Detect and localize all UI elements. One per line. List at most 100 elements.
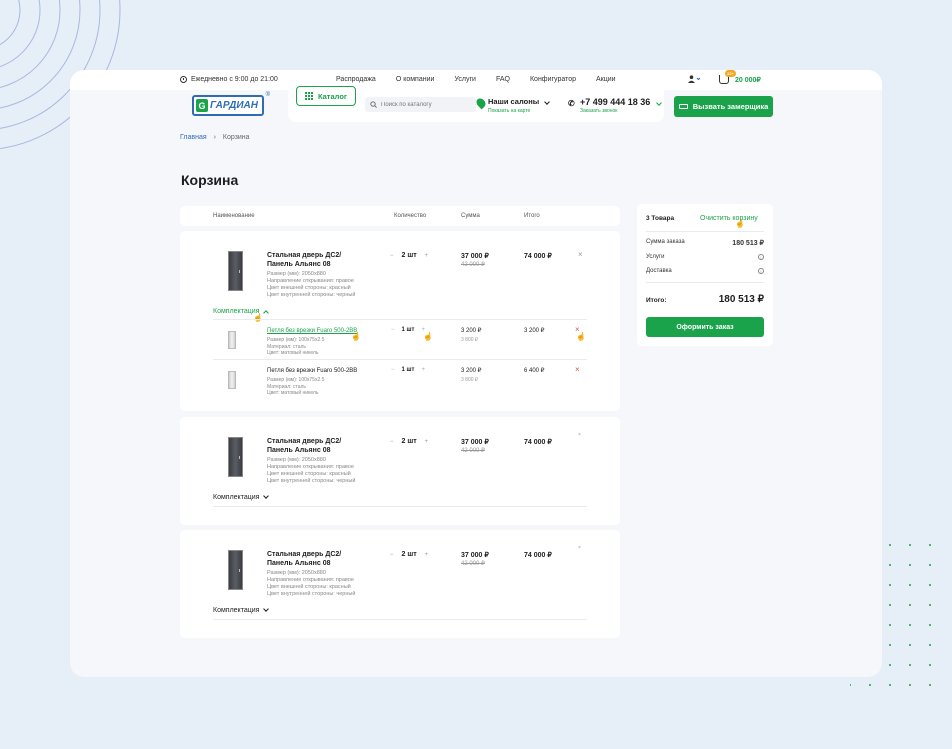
cart-badge: 12+: [725, 70, 736, 77]
breadcrumb: Главная › Корзина: [180, 134, 250, 141]
logo-text: ГАРДИАН: [210, 100, 258, 111]
salons-link[interactable]: Наши салоны Показать на карте: [474, 96, 551, 114]
working-hours: Ежедневно с 9:00 до 21:00: [180, 76, 278, 83]
price-old: 3 800 ₽: [461, 377, 479, 383]
quantity-value: 1 шт: [401, 367, 415, 373]
delivery-row: Доставка i: [646, 268, 764, 274]
spec-direction: Направление открывания: правое: [267, 464, 354, 470]
kompl-label: Комплектация: [213, 607, 260, 614]
spec-outer-color: Цвет внешней стороны: красный: [267, 471, 351, 477]
info-icon[interactable]: i: [758, 268, 764, 274]
cursor-icon: ☝: [735, 219, 745, 228]
product-title[interactable]: Стальная дверь ДС2/ Панель Альянс 08: [267, 251, 347, 269]
remove-button[interactable]: ×: [578, 250, 583, 259]
order-summary: 3 Товара Очистить корзину ☝ Сумма заказа…: [637, 204, 773, 346]
quantity-value: 2 шт: [401, 551, 417, 558]
phone-icon: ✆: [568, 99, 575, 108]
order-sum-row: Сумма заказа 180 513 ₽: [646, 239, 764, 247]
product-title[interactable]: Стальная дверь ДС2/ Панель Альянс 08: [267, 550, 347, 568]
user-menu[interactable]: [688, 75, 701, 85]
cursor-icon: ☝: [351, 332, 361, 341]
info-icon[interactable]: i: [758, 254, 764, 260]
plus-button[interactable]: +: [425, 552, 429, 558]
plus-button[interactable]: +: [421, 367, 425, 373]
phone-number[interactable]: +7 499 444 18 36: [580, 97, 650, 107]
remove-button[interactable]: ×: [578, 545, 581, 551]
spec-color: Цвет: матовый никель: [267, 350, 319, 356]
chevron-down-icon: [263, 606, 270, 612]
remove-button[interactable]: ×: [578, 432, 581, 438]
quantity-value: 1 шт: [401, 327, 415, 333]
nav-item-faq[interactable]: FAQ: [496, 76, 510, 83]
top-bar: Ежедневно с 9:00 до 21:00 Распродажа О к…: [70, 70, 882, 90]
price-current: 3 200 ₽: [461, 368, 482, 374]
minus-button[interactable]: −: [390, 552, 394, 558]
cart-button[interactable]: 12+ 20 000₽: [719, 70, 761, 84]
minus-button[interactable]: −: [391, 327, 395, 333]
cursor-icon: ☝: [576, 332, 586, 341]
logo-registered: ®: [265, 92, 270, 98]
breadcrumb-home[interactable]: Главная: [180, 134, 207, 141]
cursor-icon: ☝: [423, 332, 433, 341]
header-sum: Сумма: [461, 213, 480, 219]
header-qty: Количество: [394, 213, 427, 219]
salons-sub[interactable]: Показать на карте: [488, 108, 549, 114]
nav-item-configurator[interactable]: Конфигуратор: [530, 76, 576, 83]
spec-inner-color: Цвет внутренней стороны: черный: [267, 478, 356, 484]
ruler-icon: [678, 104, 688, 109]
sub-item-title[interactable]: Петля без врезки Fuaro 500-2BB: [267, 327, 357, 335]
spec-direction: Направление открывания: правое: [267, 577, 354, 583]
callback-link[interactable]: Заказать звонок: [580, 108, 661, 114]
cursor-icon: ☝: [253, 313, 263, 322]
minus-button[interactable]: −: [391, 367, 395, 373]
call-measurer-button[interactable]: Вызвать замерщика: [674, 96, 773, 117]
quantity-value: 2 шт: [401, 438, 417, 445]
checkout-button[interactable]: Оформить заказ: [646, 317, 764, 337]
working-hours-text: Ежедневно с 9:00 до 21:00: [191, 76, 278, 83]
logo[interactable]: G ГАРДИАН ®: [192, 92, 270, 116]
plus-button[interactable]: +: [425, 253, 429, 259]
browser-frame: Ежедневно с 9:00 до 21:00 Распродажа О к…: [70, 70, 882, 677]
nav-item-sale[interactable]: Распродажа: [336, 76, 376, 83]
spec-inner-color: Цвет внутренней стороны: черный: [267, 591, 356, 597]
divider: [213, 359, 587, 360]
nav-item-promos[interactable]: Акции: [596, 76, 616, 83]
sub-item-title[interactable]: Петля без врезки Fuaro 500-2BB: [267, 367, 357, 375]
product-specs: Размер (мм): 2050х880 Направление открыв…: [267, 457, 377, 485]
divider: [213, 619, 587, 620]
minus-button[interactable]: −: [390, 253, 394, 259]
header-name: Наименование: [213, 213, 255, 219]
nav-item-about[interactable]: О компании: [396, 76, 435, 83]
sub-price: 3 200 ₽ 3 800 ₽: [461, 327, 482, 345]
remove-button[interactable]: ×: [575, 365, 580, 374]
price-old: 42 000 ₽: [461, 262, 485, 268]
breadcrumb-separator: ›: [213, 134, 216, 141]
price-old: 3 800 ₽: [461, 337, 479, 343]
catalog-button[interactable]: Каталог: [296, 86, 356, 106]
nav-item-services[interactable]: Услуги: [454, 76, 476, 83]
door-image: [228, 437, 243, 477]
top-nav: Распродажа О компании Услуги FAQ Конфигу…: [336, 76, 636, 83]
cart-item: Стальная дверь ДС2/ Панель Альянс 08 Раз…: [180, 417, 620, 525]
spec-direction: Направление открывания: правое: [267, 278, 354, 284]
price: 37 000 ₽ 42 000 ₽: [461, 438, 489, 456]
services-row: Услуги i: [646, 254, 764, 260]
quantity-stepper: − 2 шт +: [390, 438, 428, 445]
clear-cart-button[interactable]: Очистить корзину: [700, 215, 758, 222]
minus-button[interactable]: −: [390, 439, 394, 445]
kompl-toggle[interactable]: Комплектация: [213, 493, 270, 501]
search-input[interactable]: [381, 101, 471, 108]
catalog-label: Каталог: [317, 91, 348, 101]
divider: [646, 231, 764, 232]
search-icon: [370, 101, 377, 108]
clock-icon: [180, 76, 187, 83]
plus-button[interactable]: +: [425, 439, 429, 445]
services-label: Услуги: [646, 254, 665, 260]
salons-label: Наши салоны: [488, 97, 540, 106]
sub-item-specs: Размер (мм): 100х75х2.5 Материал: сталь …: [267, 337, 324, 357]
product-title[interactable]: Стальная дверь ДС2/ Панель Альянс 08: [267, 437, 347, 455]
price-old: 42 000 ₽: [461, 561, 485, 567]
kompl-toggle[interactable]: Комплектация: [213, 606, 270, 614]
quantity-stepper: − 1 шт +: [391, 327, 425, 333]
quantity-stepper: − 1 шт +: [391, 367, 425, 373]
